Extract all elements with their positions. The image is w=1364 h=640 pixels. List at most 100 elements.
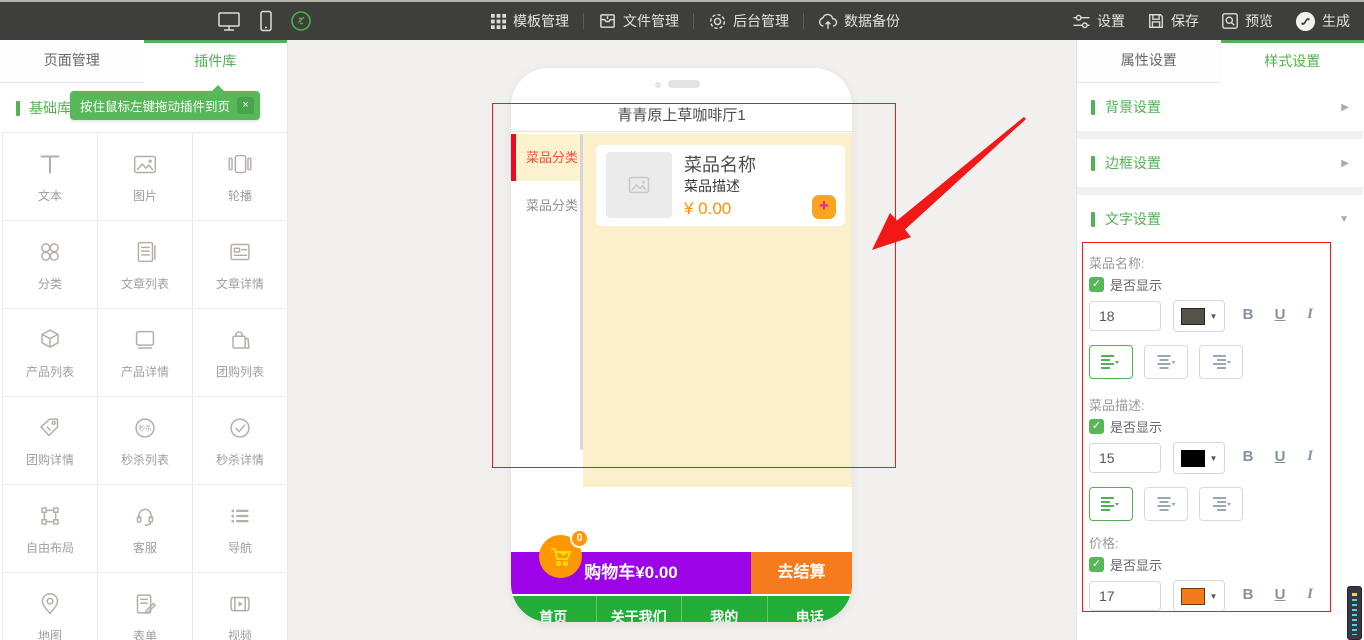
green-bar [16, 101, 20, 116]
menu-plugin-preview[interactable]: 菜品分类 菜品分类 菜品名称 菜品描述 ¥ 0.00 + 购物车¥0.00 去结… [511, 133, 852, 487]
show-label: 是否显示 [1110, 555, 1162, 574]
shop-title[interactable]: 青青原上草咖啡厅1 [511, 99, 852, 132]
widget-text[interactable]: 文本 [3, 133, 98, 221]
widget-seckill-list[interactable]: 秒杀 秒杀列表 [98, 397, 193, 485]
right-sidebar: 属性设置 样式设置 背景设置 ▶ 边框设置 ▶ 文字设置 ▼ 菜品名称: ✓ 是… [1076, 40, 1364, 640]
widget-seckill-detail[interactable]: 秒杀详情 [193, 397, 288, 485]
add-dish-button[interactable]: + [812, 195, 836, 219]
align-center-button[interactable] [1144, 487, 1188, 521]
menu-template-manage[interactable]: 模板管理 [490, 11, 569, 31]
widget-product-list[interactable]: 产品列表 [3, 309, 98, 397]
italic-button[interactable]: I [1299, 586, 1321, 603]
font-color-dropdown[interactable]: ▼ [1173, 300, 1225, 332]
widget-label: 表单 [133, 627, 157, 640]
align-right-button[interactable] [1199, 345, 1243, 379]
widget-article-detail[interactable]: 文章详情 [193, 221, 288, 309]
widget-carousel[interactable]: 轮播 [193, 133, 288, 221]
tab-style-settings[interactable]: 样式设置 [1221, 40, 1364, 83]
sliders-icon [1072, 13, 1091, 30]
widget-image[interactable]: 图片 [98, 133, 193, 221]
align-center-icon [1156, 355, 1176, 369]
checkbox-checked[interactable]: ✓ [1089, 419, 1104, 434]
nav-item-phone[interactable]: 电话 [767, 596, 853, 622]
align-left-button[interactable] [1089, 345, 1133, 379]
nav-item-mine[interactable]: 我的 [681, 596, 767, 622]
mobile-preview-icon[interactable] [258, 9, 274, 33]
font-color-dropdown[interactable]: ▼ [1173, 580, 1225, 612]
preview-button[interactable]: 预览 [1221, 11, 1273, 31]
widget-label: 团购详情 [26, 451, 74, 468]
checkout-button[interactable]: 去结算 [751, 552, 852, 594]
link-icon[interactable] [290, 10, 312, 32]
phone-preview: 青青原上草咖啡厅1 菜品分类 菜品分类 菜品名称 菜品描述 ¥ 0.00 + 购… [511, 68, 852, 622]
dish-category-item[interactable]: 菜品分类 [511, 183, 580, 229]
widget-category[interactable]: 分类 [3, 221, 98, 309]
section-border-settings[interactable]: 边框设置 ▶ [1077, 139, 1363, 187]
italic-button[interactable]: I [1299, 306, 1321, 323]
font-color-dropdown[interactable]: ▼ [1173, 442, 1225, 474]
align-right-button[interactable] [1199, 487, 1243, 521]
settings-button[interactable]: 设置 [1072, 11, 1125, 31]
underline-button[interactable]: U [1269, 448, 1291, 465]
generate-button[interactable]: 生成 [1295, 11, 1350, 32]
chevron-down-icon: ▼ [1210, 592, 1218, 601]
widget-article-list[interactable]: 文章列表 [98, 221, 193, 309]
svg-text:秒杀: 秒杀 [138, 423, 152, 432]
menu-file-manage[interactable]: 文件管理 [598, 11, 679, 31]
drag-hint-tooltip: 按住鼠标左键拖动插件到页 × [70, 91, 260, 120]
chevron-down-icon: ▼ [1339, 214, 1349, 225]
dish-card[interactable]: 菜品名称 菜品描述 ¥ 0.00 + [596, 145, 845, 226]
bold-button[interactable]: B [1237, 306, 1259, 323]
group-label: 菜品描述: [1089, 395, 1145, 414]
desktop-preview-icon[interactable] [216, 9, 242, 33]
save-button[interactable]: 保存 [1147, 11, 1199, 31]
green-bar [1091, 156, 1095, 171]
underline-button[interactable]: U [1269, 306, 1291, 323]
group-label: 菜品名称: [1089, 253, 1145, 272]
checkbox-checked[interactable]: ✓ [1089, 277, 1104, 292]
widget-service[interactable]: 客服 [98, 485, 193, 573]
category-widget-icon [35, 237, 65, 267]
widget-label: 团购列表 [216, 363, 264, 380]
section-background-settings[interactable]: 背景设置 ▶ [1077, 83, 1363, 131]
nav-item-home[interactable]: 首页 [511, 596, 596, 622]
widget-label: 产品列表 [26, 363, 74, 380]
widget-label: 导航 [228, 539, 252, 556]
nav-item-about[interactable]: 关于我们 [596, 596, 682, 622]
underline-button[interactable]: U [1269, 586, 1291, 603]
tab-attribute-settings[interactable]: 属性设置 [1077, 40, 1221, 83]
dish-category-item-active[interactable]: 菜品分类 [511, 134, 580, 181]
bold-button[interactable]: B [1237, 586, 1259, 603]
phone-speaker [668, 80, 700, 88]
widget-video[interactable]: 视频 [193, 573, 288, 640]
font-size-input[interactable] [1089, 581, 1161, 611]
align-center-icon [1156, 497, 1176, 511]
section-text-settings[interactable]: 文字设置 ▼ [1077, 195, 1363, 243]
chevron-right-icon: ▶ [1341, 158, 1349, 169]
menu-data-backup[interactable]: 数据备份 [818, 11, 900, 31]
widget-form[interactable]: 表单 [98, 573, 193, 640]
italic-button[interactable]: I [1299, 448, 1321, 465]
widget-label: 文本 [38, 187, 62, 204]
widget-product-detail[interactable]: 产品详情 [98, 309, 193, 397]
library-section-header: 基础库 [16, 98, 71, 118]
action-label: 生成 [1322, 11, 1350, 31]
widget-nav[interactable]: 导航 [193, 485, 288, 573]
font-size-input[interactable] [1089, 443, 1161, 473]
menu-backend-manage[interactable]: 后台管理 [708, 11, 789, 31]
tab-page-manage[interactable]: 页面管理 [0, 40, 144, 83]
checkbox-checked[interactable]: ✓ [1089, 557, 1104, 572]
bold-button[interactable]: B [1237, 448, 1259, 465]
widget-groupon-detail[interactable]: 团购详情 [3, 397, 98, 485]
align-center-button[interactable] [1144, 345, 1188, 379]
widget-groupon-list[interactable]: 团购列表 [193, 309, 288, 397]
widget-free-layout[interactable]: 自由布局 [3, 485, 98, 573]
tab-plugin-library[interactable]: 插件库 [144, 40, 288, 83]
tooltip-close-icon[interactable]: × [237, 97, 254, 114]
scrollbar-thumb[interactable] [1347, 586, 1362, 640]
align-left-button[interactable] [1089, 487, 1133, 521]
font-size-input[interactable] [1089, 301, 1161, 331]
green-bar [1091, 100, 1095, 115]
toolbar-divider [803, 13, 804, 29]
widget-map[interactable]: 地图 [3, 573, 98, 640]
